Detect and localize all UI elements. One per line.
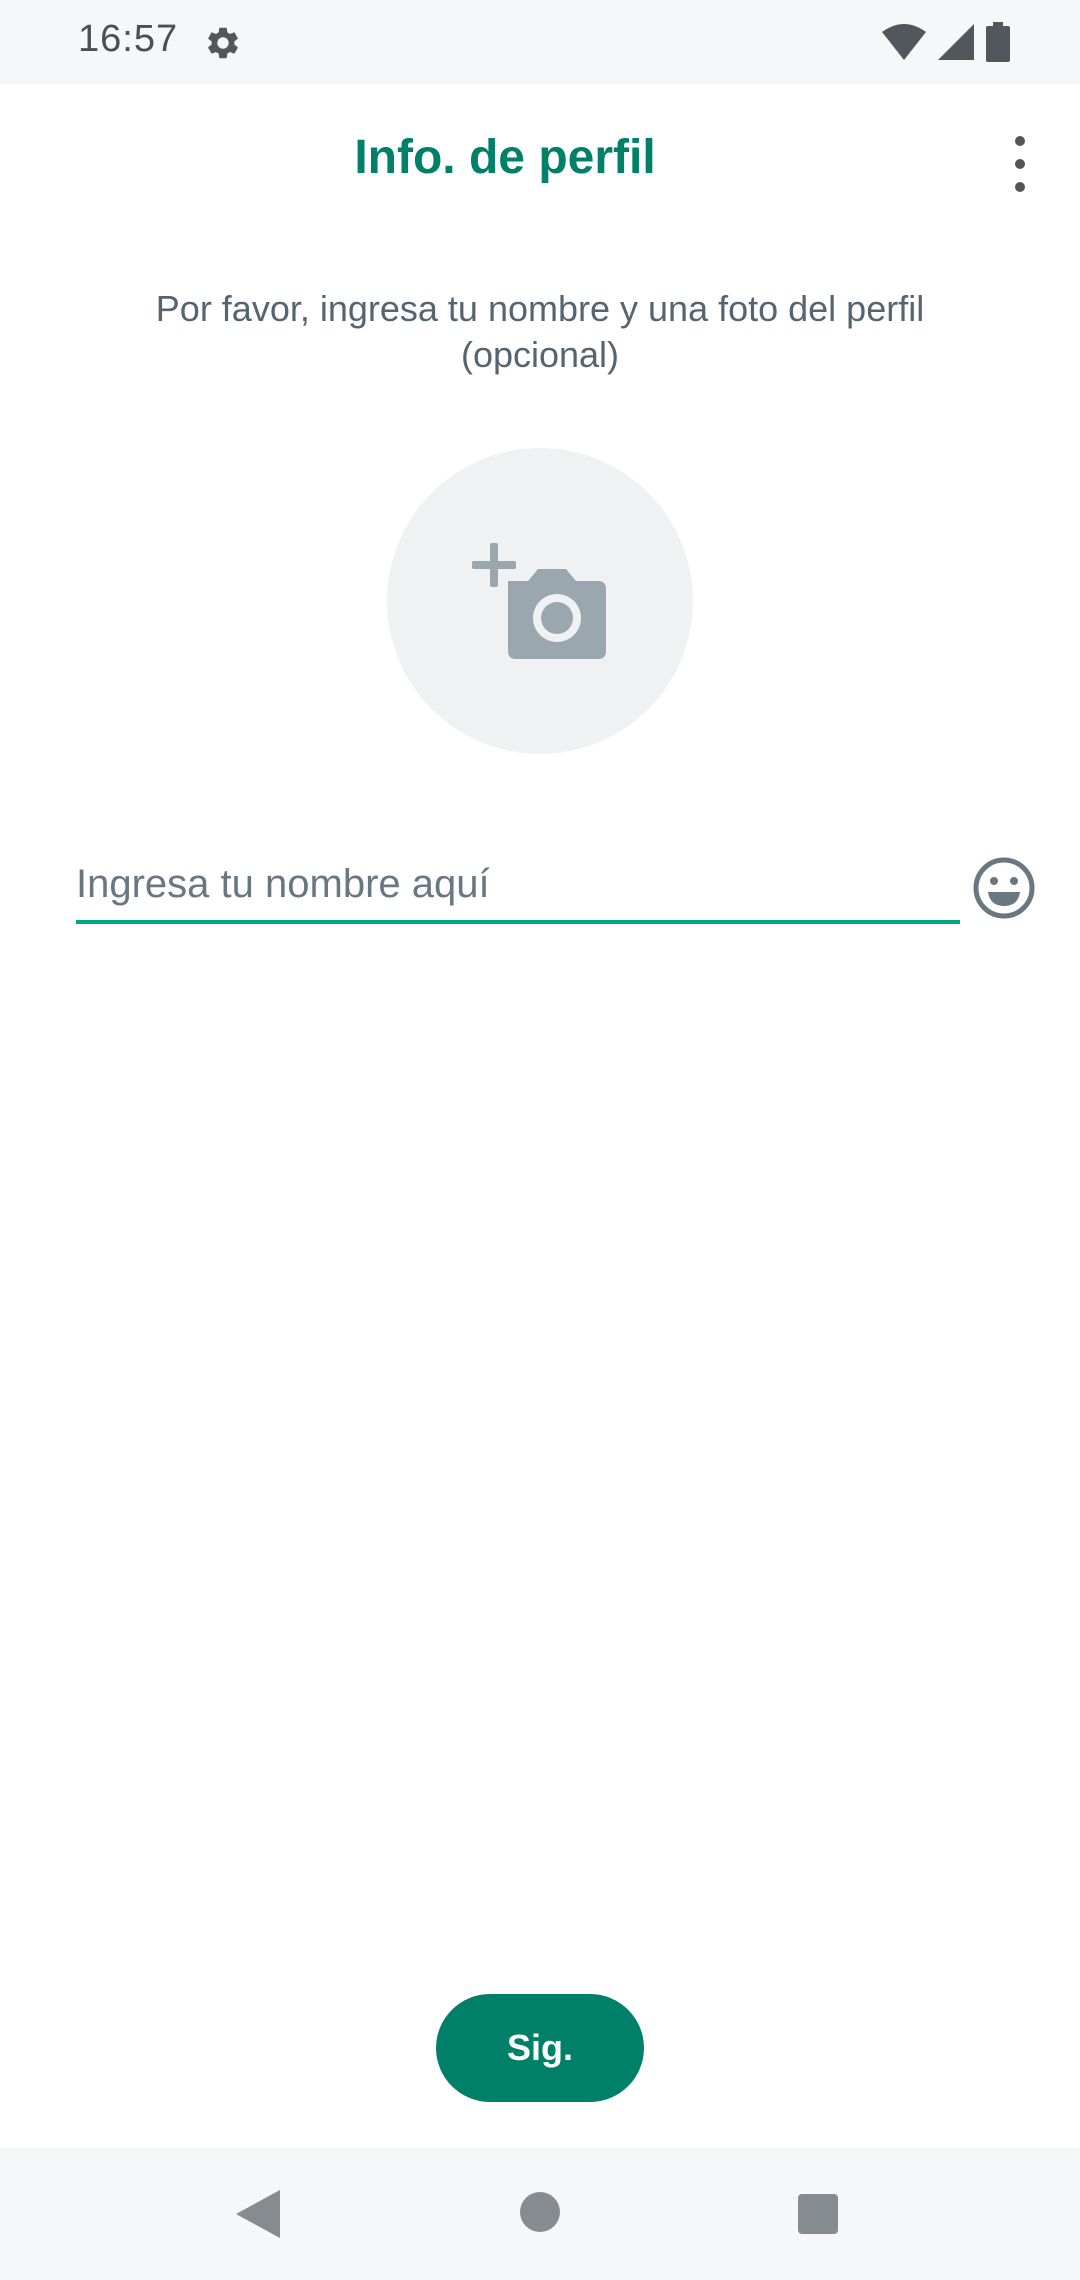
page-title: Info. de perfil — [354, 131, 656, 184]
back-icon[interactable] — [236, 2190, 280, 2238]
battery-icon — [986, 22, 1010, 62]
status-time: 16:57 — [78, 18, 179, 60]
status-icons — [882, 22, 1010, 62]
profile-info-screen: 16:57 Info. de perfil Por favor, ingresa… — [0, 0, 1080, 2280]
instructions-text: Por favor, ingresa tu nombre y una foto … — [155, 288, 925, 375]
app-bar: Info. de perfil — [0, 84, 1080, 236]
navigation-bar — [0, 2148, 1080, 2280]
status-bar: 16:57 — [0, 0, 1080, 84]
recents-icon[interactable] — [798, 2194, 838, 2234]
settings-gear-icon — [208, 27, 238, 59]
next-button[interactable]: Sig. — [436, 1994, 644, 2102]
emoji-smile-icon[interactable] — [972, 856, 1036, 920]
home-icon[interactable] — [520, 2192, 560, 2232]
cell-signal-icon — [938, 24, 974, 60]
add-photo-button[interactable] — [387, 448, 693, 754]
name-field-container — [76, 848, 960, 924]
wifi-icon — [882, 24, 926, 60]
add-photo-camera-icon — [472, 543, 606, 659]
name-input[interactable] — [76, 848, 960, 920]
more-vert-icon[interactable] — [1000, 132, 1040, 196]
